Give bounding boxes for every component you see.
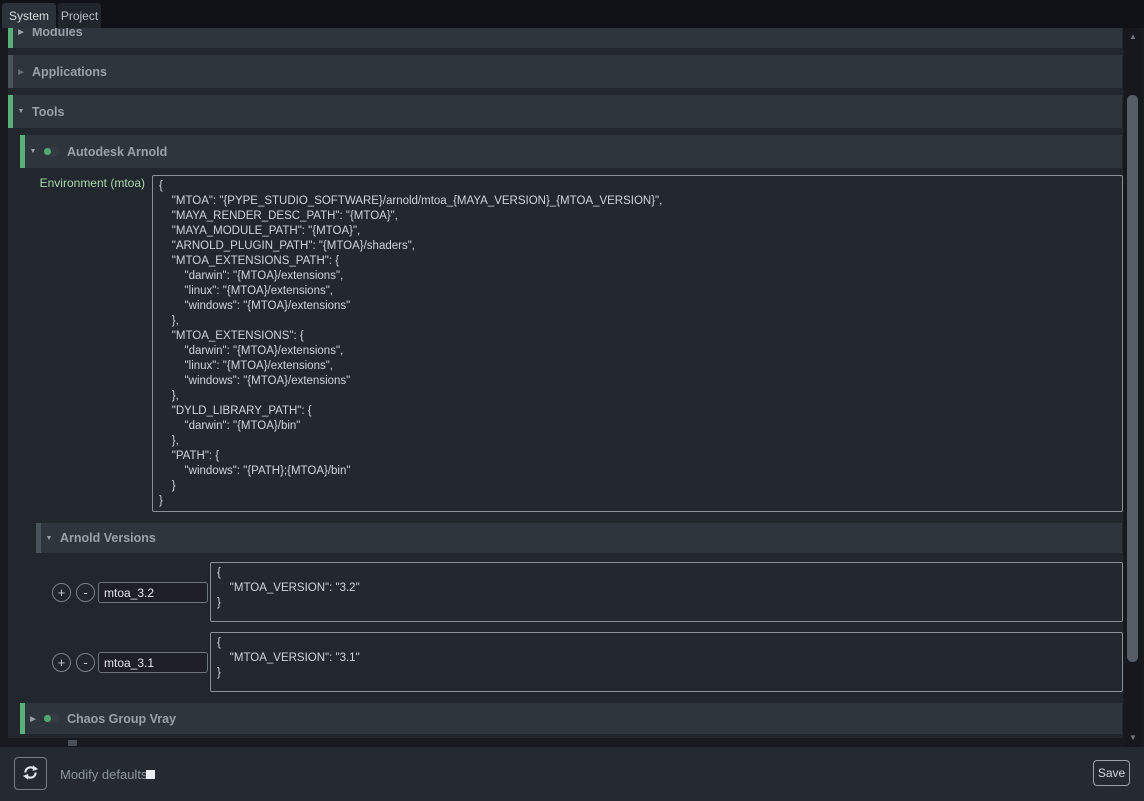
tab-system[interactable]: System	[2, 3, 56, 28]
refresh-icon	[22, 764, 39, 784]
settings-scroll-area: ▶ Modules ▶ Applications ▼ Tools ▼ Autod…	[8, 28, 1123, 738]
vertical-scrollbar-thumb[interactable]	[1127, 95, 1138, 662]
section-header-applications[interactable]: ▶ Applications	[8, 55, 1122, 88]
section-header-tools[interactable]: ▼ Tools	[8, 95, 1122, 128]
modify-defaults-checkbox[interactable]	[146, 770, 155, 779]
environment-mtoa-label: Environment (mtoa)	[20, 176, 145, 190]
version-name-input[interactable]	[98, 652, 208, 673]
section-header-modules[interactable]: ▶ Modules	[8, 28, 1122, 48]
toggle-knob	[44, 715, 51, 722]
add-version-button[interactable]: +	[52, 653, 71, 672]
section-title: Applications	[32, 65, 107, 79]
section-title: Arnold Versions	[60, 531, 156, 545]
horizontal-scrollbar-thumb[interactable]	[68, 740, 77, 746]
arnold-enabled-toggle[interactable]	[43, 147, 60, 156]
version-json-editor[interactable]: { "MTOA_VERSION": "3.2" }	[210, 562, 1123, 622]
section-title: Tools	[32, 105, 64, 119]
remove-version-button[interactable]: -	[76, 583, 95, 602]
remove-version-button[interactable]: -	[76, 653, 95, 672]
scroll-up-icon[interactable]: ▲	[1125, 30, 1141, 44]
group-header-autodesk-arnold[interactable]: ▼ Autodesk Arnold	[20, 135, 1122, 168]
scroll-down-icon[interactable]: ▼	[1125, 731, 1141, 745]
save-button[interactable]: Save	[1093, 760, 1130, 786]
version-name-input[interactable]	[98, 582, 208, 603]
chevron-right-icon: ▶	[13, 28, 29, 36]
vray-enabled-toggle[interactable]	[43, 714, 60, 723]
add-version-button[interactable]: +	[52, 583, 71, 602]
environment-mtoa-json-editor[interactable]: { "MTOA": "{PYPE_STUDIO_SOFTWARE}/arnold…	[152, 175, 1123, 512]
group-header-chaos-group-vray[interactable]: ▶ Chaos Group Vray	[20, 703, 1122, 734]
chevron-right-icon: ▶	[13, 68, 29, 76]
section-title: Modules	[32, 28, 83, 39]
section-header-arnold-versions[interactable]: ▼ Arnold Versions	[36, 523, 1122, 553]
group-title: Autodesk Arnold	[67, 145, 167, 159]
chevron-down-icon: ▼	[25, 148, 41, 155]
settings-tab-bar: System Project	[0, 0, 1144, 28]
modify-defaults-label: Modify defaults	[60, 747, 147, 801]
vertical-scrollbar[interactable]: ▲ ▼	[1125, 28, 1141, 747]
refresh-button[interactable]	[14, 757, 47, 790]
footer-bar: Modify defaults Save	[0, 747, 1144, 801]
chevron-down-icon: ▼	[13, 108, 29, 115]
version-json-editor[interactable]: { "MTOA_VERSION": "3.1" }	[210, 632, 1123, 692]
tab-project[interactable]: Project	[58, 3, 101, 28]
toggle-knob	[44, 148, 51, 155]
chevron-right-icon: ▶	[25, 715, 41, 723]
settings-window: { "tabs": [ { "label": "System" }, { "la…	[0, 0, 1144, 801]
group-title: Chaos Group Vray	[67, 712, 176, 726]
chevron-down-icon: ▼	[41, 535, 57, 542]
